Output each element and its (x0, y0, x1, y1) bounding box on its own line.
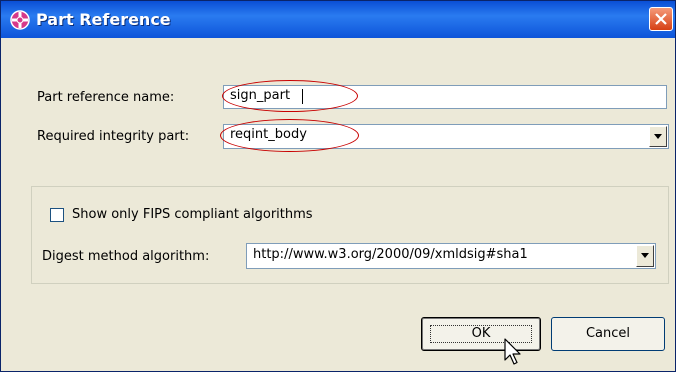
required-integrity-part-label: Required integrity part: (37, 129, 190, 144)
required-integrity-part-value: reqint_body (230, 127, 307, 142)
close-button[interactable] (649, 7, 673, 31)
digest-method-label: Digest method algorithm: (42, 249, 210, 264)
title-bar[interactable]: Part Reference (1, 1, 675, 38)
chevron-down-icon[interactable] (636, 245, 654, 267)
part-reference-dialog: Part Reference Part reference name: sign… (0, 0, 676, 372)
part-reference-name-label: Part reference name: (37, 90, 175, 105)
fips-checkbox-label: Show only FIPS compliant algorithms (72, 207, 313, 222)
dialog-title: Part Reference (36, 10, 171, 29)
close-icon (655, 13, 667, 25)
digest-method-select[interactable]: http://www.w3.org/2000/09/xmldsig#sha1 (246, 243, 656, 269)
text-caret (302, 89, 303, 104)
chevron-down-icon[interactable] (649, 126, 667, 147)
digest-method-value: http://www.w3.org/2000/09/xmldsig#sha1 (253, 247, 528, 262)
cancel-button-label: Cancel (585, 326, 631, 341)
mouse-pointer-icon (504, 338, 522, 370)
ok-button[interactable]: OK (421, 317, 541, 351)
cancel-button[interactable]: Cancel (551, 317, 665, 351)
part-reference-name-field[interactable]: sign_part (223, 85, 667, 109)
part-reference-name-value: sign_part (230, 88, 291, 103)
required-integrity-part-select[interactable]: reqint_body (223, 124, 669, 149)
algorithm-group: Show only FIPS compliant algorithms Dige… (31, 186, 669, 284)
fips-checkbox[interactable] (50, 208, 64, 222)
part-reference-icon (9, 9, 31, 31)
